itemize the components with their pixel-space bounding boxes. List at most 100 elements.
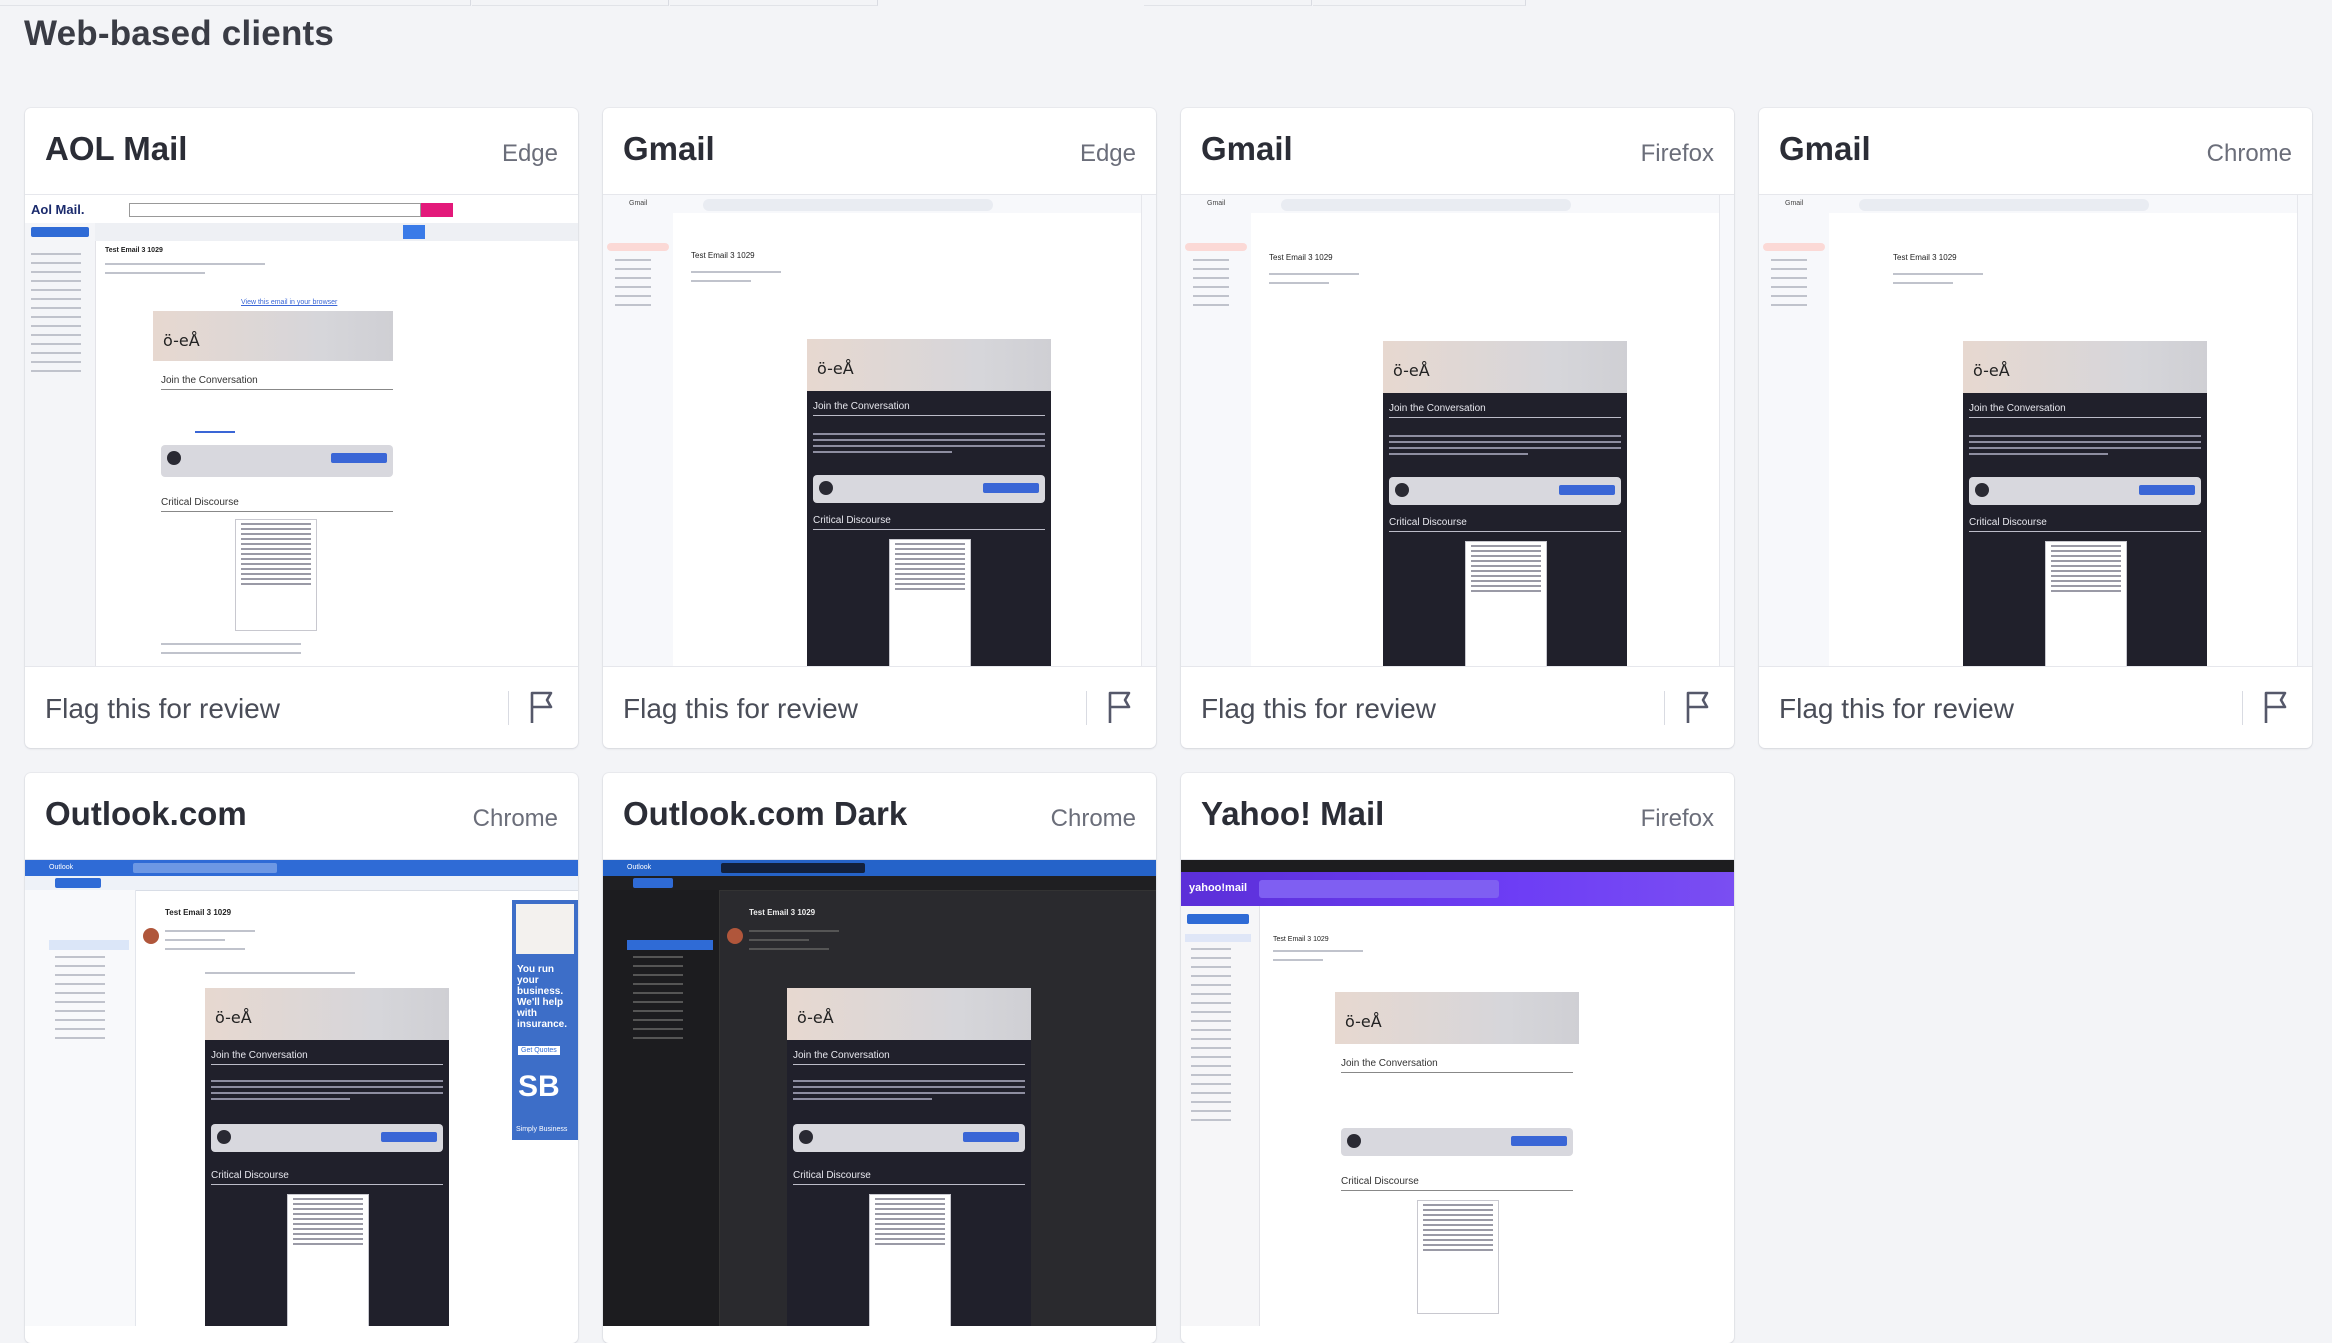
sender-avatar — [143, 928, 159, 944]
folder-list — [1191, 948, 1231, 1128]
document-image — [287, 1194, 369, 1326]
client-card[interactable]: Gmail Chrome Gmail Test Email 3 1029 ö-e… — [1759, 108, 2312, 748]
yahoo-folder-nav — [1181, 906, 1260, 1326]
client-card[interactable]: Outlook.com Dark Chrome Outlook Test Ema… — [603, 773, 1156, 1343]
email-preview-thumbnail[interactable]: Outlook You run your business. We'll hel… — [25, 859, 578, 1326]
email-logo: ö-eÅ — [817, 359, 854, 378]
new-message-button — [633, 878, 673, 888]
sender-lines — [691, 271, 991, 289]
client-card[interactable]: Gmail Firefox Gmail Test Email 3 1029 ö-… — [1181, 108, 1734, 748]
sender-lines — [165, 930, 365, 957]
yahoo-logo: yahoo!mail — [1189, 882, 1248, 894]
email-preview-thumbnail[interactable]: yahoo!mail Test Email 3 1029 ö-eÅ Join t… — [1181, 859, 1734, 1326]
outlook-folder-nav — [25, 890, 136, 1326]
email-section-heading: Critical Discourse — [1341, 1176, 1419, 1187]
document-image — [235, 519, 317, 631]
card-header: Gmail Chrome — [1759, 108, 2312, 194]
outlook-ad: You run your business. We'll help with i… — [512, 900, 578, 1140]
tab-segment[interactable] — [472, 0, 669, 6]
client-name: Gmail — [1779, 130, 1871, 167]
aol-search-box — [129, 203, 421, 217]
section-rule — [793, 1184, 1025, 1185]
outlook-logo: Outlook — [627, 864, 652, 871]
sender-lines — [1273, 950, 1473, 968]
section-rule — [211, 1184, 443, 1185]
email-heading: Join the Conversation — [1341, 1058, 1438, 1069]
email-preview-thumbnail[interactable]: Aol Mail. Test Email 3 1029 View this em… — [25, 194, 578, 667]
cta-box — [1389, 477, 1621, 505]
email-preview-thumbnail[interactable]: Outlook Test Email 3 1029 ö-eÅ Join the … — [603, 859, 1156, 1326]
yahoo-topnav — [1181, 860, 1734, 872]
email-section-heading: Critical Discourse — [793, 1170, 871, 1181]
client-card[interactable]: Gmail Edge Gmail Test Email 3 1029 ö-eÅ … — [603, 108, 1156, 748]
inbox-highlight — [1185, 243, 1247, 251]
link-line — [195, 431, 235, 440]
flag-icon[interactable] — [526, 689, 558, 725]
heading-rule — [813, 415, 1045, 416]
email-subject: Test Email 3 1029 — [1893, 253, 1957, 262]
gmail-sidebar — [1759, 213, 1829, 666]
sender-lines — [1893, 273, 2193, 291]
flag-icon[interactable] — [1104, 689, 1136, 725]
email-heading: Join the Conversation — [1389, 403, 1486, 414]
ad-brand: Simply Business — [516, 1126, 568, 1133]
card-footer: Flag this for review — [603, 667, 1156, 748]
outlook-search — [721, 863, 865, 873]
email-preview-thumbnail[interactable]: Gmail Test Email 3 1029 ö-eÅ Join the Co… — [1759, 194, 2312, 667]
folder-list — [1193, 259, 1229, 313]
client-grid: AOL Mail Edge Aol Mail. Test Email 3 102… — [25, 108, 2312, 1343]
card-header: Outlook.com Chrome — [25, 773, 578, 859]
section-rule — [813, 529, 1045, 530]
client-card[interactable]: AOL Mail Edge Aol Mail. Test Email 3 102… — [25, 108, 578, 748]
tab-segment[interactable] — [1313, 0, 1526, 6]
heading-rule — [1389, 417, 1621, 418]
gmail-logo: Gmail — [629, 200, 648, 207]
document-image — [1417, 1200, 1499, 1314]
client-name: Gmail — [623, 130, 715, 167]
email-preview-thumbnail[interactable]: Gmail Test Email 3 1029 ö-eÅ Join the Co… — [603, 194, 1156, 667]
flag-label: Flag this for review — [45, 693, 280, 724]
tab-segment[interactable] — [1144, 0, 1312, 6]
browser-name: Edge — [1079, 140, 1136, 167]
sender-lines — [1269, 273, 1569, 291]
ad-image — [516, 904, 574, 954]
inbox-highlight — [1185, 934, 1251, 942]
ad-cta: Get Quotes — [518, 1046, 560, 1055]
client-card[interactable]: Yahoo! Mail Firefox yahoo!mail Test Emai… — [1181, 773, 1734, 1343]
gmail-right-rail — [1719, 195, 1734, 666]
tab-segment[interactable] — [670, 0, 878, 6]
flag-icon[interactable] — [2260, 689, 2292, 725]
flag-icon[interactable] — [1682, 689, 1714, 725]
ad-logo-icon: SB — [518, 1070, 560, 1103]
inbox-highlight — [49, 940, 129, 950]
divider — [2242, 691, 2243, 725]
client-card[interactable]: Outlook.com Chrome Outlook You run your … — [25, 773, 578, 1343]
flag-label: Flag this for review — [1201, 693, 1436, 724]
card-header: Outlook.com Dark Chrome — [603, 773, 1156, 859]
section-title: Web-based clients — [24, 14, 335, 53]
email-logo: ö-eÅ — [1345, 1012, 1382, 1031]
heading-rule — [1969, 417, 2201, 418]
compose-button — [1187, 914, 1249, 924]
aol-logo: Aol Mail. — [31, 202, 85, 217]
section-rule — [1969, 531, 2201, 532]
email-banner: ö-eÅ — [1383, 341, 1627, 393]
email-preview-thumbnail[interactable]: Gmail Test Email 3 1029 ö-eÅ Join the Co… — [1181, 194, 1734, 667]
footer-lines — [161, 643, 301, 661]
outlook-toolbar — [603, 876, 1156, 891]
folder-list — [31, 253, 81, 379]
aol-folder-nav — [25, 223, 96, 666]
folder-list — [1771, 259, 1807, 313]
browser-name: Firefox — [1640, 140, 1714, 167]
inbox-highlight — [1763, 243, 1825, 251]
cta-box — [161, 445, 393, 477]
email-heading: Join the Conversation — [211, 1050, 308, 1061]
document-image — [1465, 541, 1547, 666]
email-section-heading: Critical Discourse — [1969, 517, 2047, 528]
card-footer: Flag this for review — [1181, 667, 1734, 748]
gmail-header: Gmail — [1181, 195, 1734, 213]
divider — [508, 691, 509, 725]
dark-email-body: ö-eÅ Join the Conversation Critical Disc… — [807, 339, 1051, 666]
body-text — [211, 1080, 443, 1104]
tab-segment[interactable] — [0, 0, 471, 6]
